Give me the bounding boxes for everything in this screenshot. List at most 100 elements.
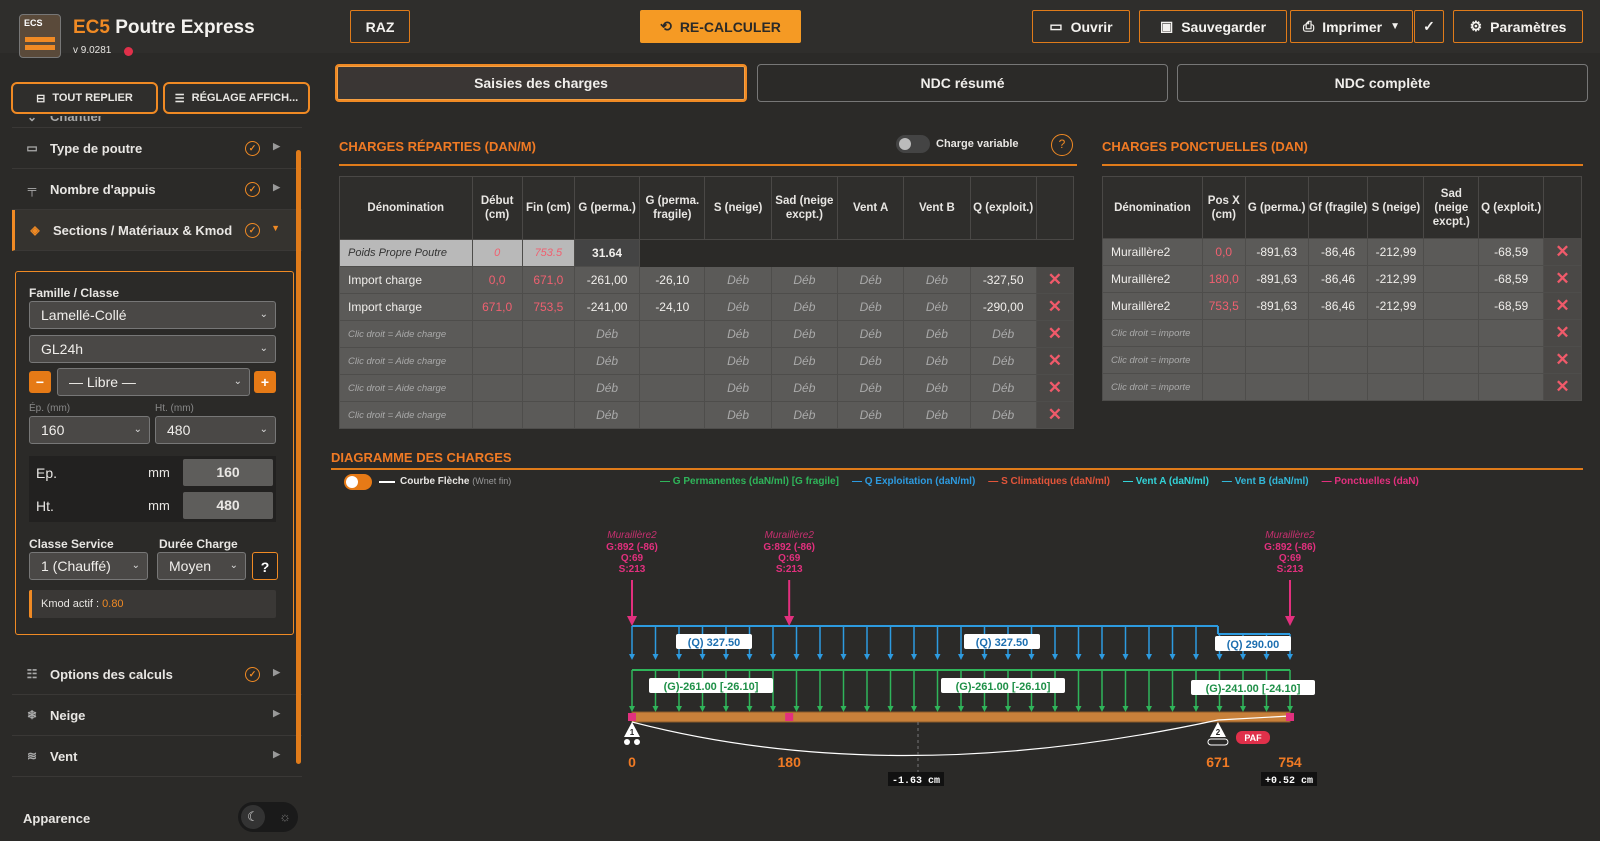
decrement-button[interactable]: − (29, 371, 51, 393)
table-cell[interactable]: Déb (836, 374, 905, 402)
table-cell[interactable]: -891,63 (1244, 292, 1309, 320)
recalculate-button[interactable]: ⟲ RE-CALCULER (640, 10, 801, 43)
table-cell[interactable]: Muraillère2 (1102, 265, 1203, 293)
table-row[interactable]: Clic droit = Aide charge Déb Déb Déb Déb Déb D… (339, 347, 1075, 375)
table-cell[interactable]: 753,5 (521, 293, 575, 321)
table-cell[interactable] (639, 374, 706, 402)
help-button[interactable]: ? (252, 552, 278, 580)
table-cell[interactable]: Déb (969, 320, 1037, 348)
ep-input[interactable]: 160 (183, 459, 273, 486)
table-cell[interactable]: Déb (770, 266, 839, 294)
table-cell[interactable] (1201, 373, 1246, 401)
family-select[interactable]: Lamellé-Collé ⌄ (29, 301, 276, 329)
table-cell[interactable]: Déb (573, 401, 641, 429)
table-cell[interactable]: Déb (770, 347, 839, 375)
table-cell[interactable] (521, 347, 575, 375)
table-row[interactable]: Muraillère2 753,5 -891,63 -86,46 -212,99 -68,… (1102, 292, 1582, 320)
class-select[interactable]: GL24h ⌄ (29, 335, 276, 363)
table-cell[interactable]: -86,46 (1307, 292, 1369, 320)
table-cell[interactable]: -212,99 (1367, 238, 1425, 266)
table-cell[interactable]: Déb (770, 374, 839, 402)
table-cell[interactable] (471, 320, 523, 348)
sidebar-item-partial[interactable]: ⌄ Chantier (12, 116, 302, 128)
table-row[interactable]: Clic droit = importe ✕ (1102, 319, 1582, 347)
table-cell[interactable] (1244, 319, 1309, 347)
table-cell[interactable]: Muraillère2 (1102, 238, 1203, 266)
table-cell[interactable] (521, 374, 575, 402)
table-cell[interactable] (1423, 373, 1480, 401)
table-row[interactable]: Import charge 0,0 671,0 -261,00 -26,10 Déb Déb… (339, 266, 1075, 294)
table-cell[interactable] (1478, 319, 1545, 347)
table-cell[interactable]: Déb (770, 320, 839, 348)
table-cell[interactable]: Déb (903, 293, 971, 321)
open-button[interactable]: ▭ Ouvrir (1032, 10, 1130, 43)
table-cell[interactable]: -891,63 (1244, 265, 1309, 293)
print-button[interactable]: ⎙ Imprimer ▼ (1290, 10, 1413, 43)
table-cell[interactable] (471, 401, 523, 429)
table-cell[interactable]: 180,0 (1201, 265, 1246, 293)
sidebar-item-sections[interactable]: ◈ Sections / Matériaux & Kmod ✓ ▼ (12, 210, 302, 251)
delete-row-button[interactable]: ✕ (1035, 347, 1075, 375)
save-button[interactable]: ▣ Sauvegarder (1139, 10, 1287, 43)
delete-row-button[interactable]: ✕ (1035, 320, 1075, 348)
table-cell[interactable]: Déb (903, 347, 971, 375)
table-cell[interactable] (1367, 373, 1425, 401)
table-cell[interactable] (1367, 346, 1425, 374)
table-cell[interactable]: Déb (903, 266, 971, 294)
theme-toggle[interactable]: ☾ ☼ (238, 802, 298, 832)
table-cell[interactable] (471, 347, 523, 375)
settings-button[interactable]: ⚙ Paramètres (1453, 10, 1583, 43)
table-cell[interactable]: -26,10 (639, 266, 706, 294)
table-cell[interactable]: Déb (704, 374, 772, 402)
table-cell[interactable]: Déb (836, 401, 905, 429)
ht-select[interactable]: 480 ⌄ (155, 416, 276, 444)
collapse-all-button[interactable]: ⊟ TOUT REPLIER (11, 82, 158, 114)
tab-load-input[interactable]: Saisies des charges (335, 64, 747, 102)
table-cell[interactable] (639, 347, 706, 375)
table-cell[interactable]: Déb (770, 293, 839, 321)
table-row[interactable]: Import charge 671,0 753,5 -241,00 -24,10 Déb D… (339, 293, 1075, 321)
table-cell[interactable] (1307, 319, 1369, 347)
delete-row-button[interactable]: ✕ (1035, 401, 1075, 429)
table-cell[interactable]: Déb (836, 293, 905, 321)
table-cell[interactable]: -24,10 (639, 293, 706, 321)
table-cell[interactable] (1423, 319, 1480, 347)
table-cell[interactable]: Import charge (339, 293, 473, 321)
table-cell[interactable]: Muraillère2 (1102, 292, 1203, 320)
table-cell[interactable]: Clic droit = importe (1102, 346, 1203, 374)
table-cell[interactable] (1478, 346, 1545, 374)
table-cell[interactable] (1423, 346, 1480, 374)
table-cell[interactable]: -891,63 (1244, 238, 1309, 266)
table-cell[interactable]: -68,59 (1478, 292, 1545, 320)
delete-row-button[interactable]: ✕ (1543, 346, 1582, 374)
delete-row-button[interactable]: ✕ (1035, 266, 1075, 294)
table-row[interactable]: Clic droit = Aide charge Déb Déb Déb Déb Déb D… (339, 401, 1075, 429)
table-cell[interactable]: Déb (704, 347, 772, 375)
sidebar-item-snow[interactable]: ❄ Neige ▶ (12, 695, 302, 736)
table-cell[interactable]: Déb (770, 401, 839, 429)
table-cell[interactable]: -68,59 (1478, 238, 1545, 266)
table-cell[interactable]: Import charge (339, 266, 473, 294)
delete-row-button[interactable]: ✕ (1543, 292, 1582, 320)
tab-ndc-summary[interactable]: NDC résumé (757, 64, 1168, 102)
delete-row-button[interactable]: ✕ (1543, 265, 1582, 293)
sidebar-item-options[interactable]: ☷ Options des calculs ✓ ▶ (12, 654, 302, 695)
table-cell[interactable]: Déb (903, 401, 971, 429)
table-cell[interactable]: -212,99 (1367, 292, 1425, 320)
table-cell[interactable]: Clic droit = Aide charge (339, 401, 473, 429)
table-cell[interactable]: Déb (969, 401, 1037, 429)
print-confirm-button[interactable]: ✓ (1414, 10, 1444, 43)
table-cell[interactable]: -68,59 (1478, 265, 1545, 293)
table-cell[interactable] (521, 320, 575, 348)
table-row[interactable]: Clic droit = Aide charge Déb Déb Déb Déb Déb D… (339, 320, 1075, 348)
table-cell[interactable] (1423, 238, 1480, 266)
table-cell[interactable] (1244, 346, 1309, 374)
tab-ndc-full[interactable]: NDC complète (1177, 64, 1588, 102)
duration-select[interactable]: Moyen ⌄ (157, 552, 246, 580)
variable-load-toggle[interactable] (896, 135, 930, 153)
display-settings-button[interactable]: ☰ RÉGLAGE AFFICH... (163, 82, 310, 114)
table-cell[interactable] (639, 401, 706, 429)
table-cell[interactable]: Déb (969, 347, 1037, 375)
raz-button[interactable]: RAZ (350, 10, 410, 43)
table-row[interactable]: Muraillère2 180,0 -891,63 -86,46 -212,99 -68,… (1102, 265, 1582, 293)
